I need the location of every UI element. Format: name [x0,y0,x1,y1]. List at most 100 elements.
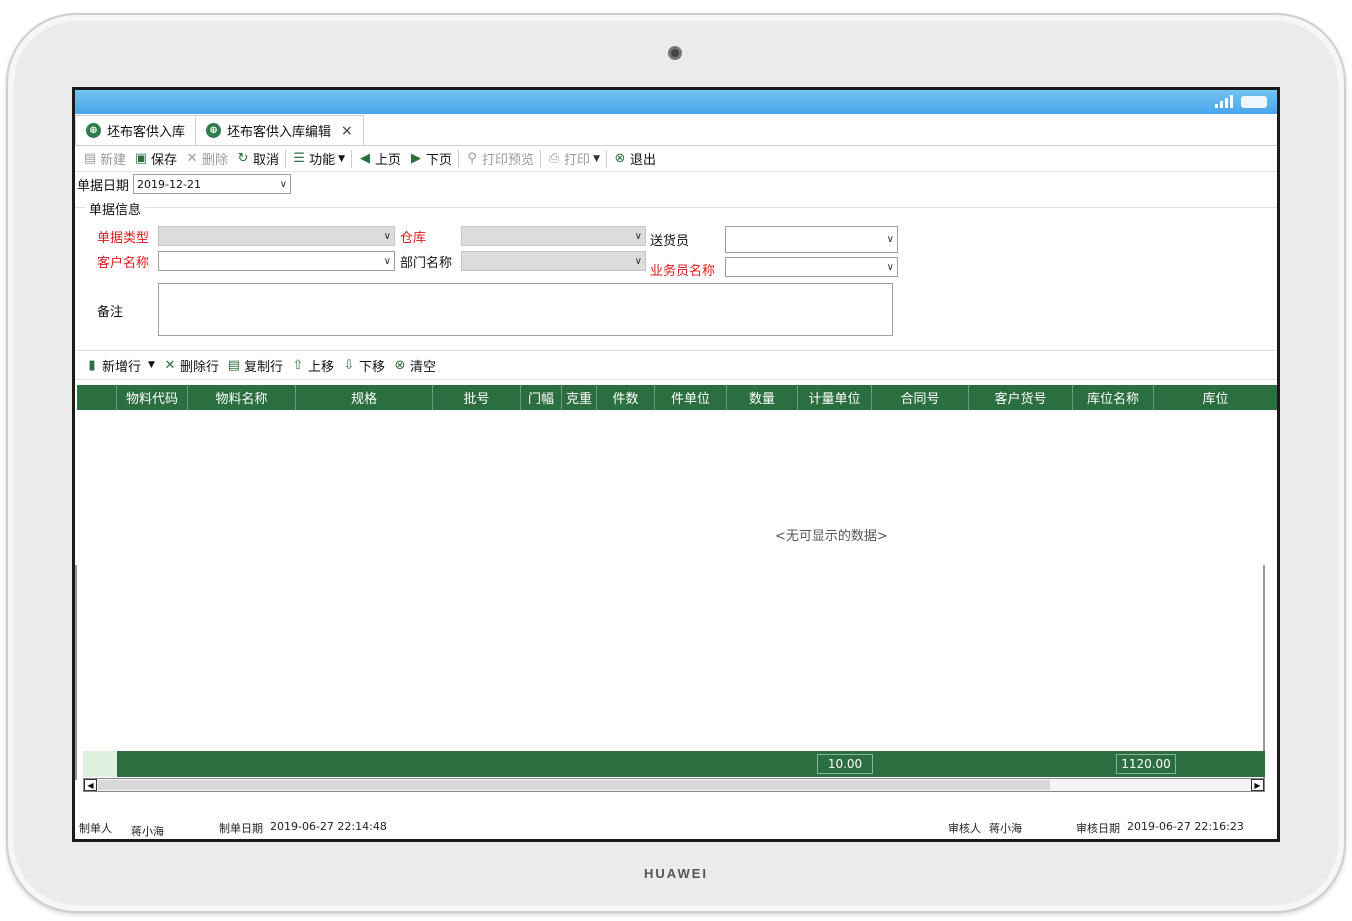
magnifier-icon: ⚲ [467,151,477,166]
tab-inbound-edit[interactable]: ⊕ 坯布客供入库编辑 × [196,115,364,145]
column-header[interactable]: 计量单位 [798,385,872,410]
arrow-left-icon: ◀ [360,151,370,166]
chevron-down-icon: ∨ [383,230,391,242]
doc-date-row: 单据日期 2019-12-21 ∨ [75,172,1277,196]
new-button[interactable]: ▤ 新建 [79,149,130,168]
warehouse-label: 仓库 [400,231,427,246]
refresh-icon: ↻ [237,151,249,166]
grid-border [1263,565,1265,780]
deliverer-label: 送货员 [650,234,690,249]
column-header[interactable]: 数量 [727,385,798,410]
column-header[interactable]: 件单位 [655,385,727,410]
column-header[interactable]: 门幅 [521,385,562,410]
grid-border [75,565,77,780]
print-preview-button[interactable]: ⚲ 打印预览 [461,149,538,168]
exit-button[interactable]: ⊗ 退出 [609,149,660,168]
group-title: 单据信息 [85,199,146,218]
column-header[interactable]: 克重 [562,385,597,410]
remark-label: 备注 [97,305,124,320]
grid-header: 物料代码 物料名称 规格 批号 门幅 克重 件数 件单位 数量 计量单位 合同号… [77,385,1277,410]
function-menu-button[interactable]: ☰ 功能 ▼ [288,149,349,168]
make-date-value: 2019-06-27 22:14:48 [270,820,387,833]
chevron-down-icon: ∨ [634,230,642,242]
tab-label: 坯布客供入库 [107,125,186,140]
customer-label: 客户名称 [97,256,150,271]
signal-icon [1215,94,1233,108]
summary-indicator [83,751,117,777]
list-icon: ☰ [293,151,305,166]
auditor-label: 审核人 [948,822,981,835]
dropdown-arrow-icon: ▼ [593,153,600,164]
column-header[interactable]: 库位名称 [1073,385,1154,410]
auditor-value: 蒋小海 [989,822,1022,835]
toolbar-divider [458,149,460,168]
audit-date-label: 审核日期 [1076,822,1120,835]
column-header[interactable]: 物料名称 [188,385,296,410]
make-date-label: 制单日期 [219,822,263,835]
warehouse-select[interactable]: ∨ [461,226,646,246]
amount-total: 1120.00 [1116,754,1176,774]
main-toolbar: ▤ 新建 ▣ 保存 ✕ 删除 ↻ 取消 ☰ 功能 ▼ ◀ 上页 ▶ 下页 ⚲ 打印预览 ⎙ 打印 ▼ … [75,146,1277,172]
column-header[interactable]: 物料代码 [117,385,188,410]
toolbar-divider [540,149,542,168]
save-icon: ▣ [134,151,148,166]
tab-inbound-list[interactable]: ⊕ 坯布客供入库 [75,115,197,145]
chevron-down-icon: ∨ [886,261,894,273]
empty-grid-message: <无可显示的数据> [775,529,888,544]
arrow-right-icon: ▶ [411,151,422,166]
delete-icon: ✕ [186,151,198,166]
toolbar-divider [351,149,352,168]
prev-page-button[interactable]: ◀ 上页 [354,149,405,168]
scroll-left-icon[interactable]: ◀ [84,779,97,791]
document-footer: 制单人 蒋小海 制单日期 2019-06-27 22:14:48 审核人 蒋小海… [75,817,1277,839]
remark-textarea[interactable] [158,283,893,336]
salesman-label: 业务员名称 [650,264,716,279]
battery-icon [1241,96,1267,108]
tab-bar: ⊕ 坯布客供入库 ⊕ 坯布客供入库编辑 × [75,114,1277,146]
department-select[interactable]: ∨ [461,251,646,271]
doc-type-select[interactable]: ∨ [158,226,395,246]
new-doc-icon: ▤ [83,151,97,166]
chevron-down-icon: ∨ [279,178,288,190]
scroll-right-icon[interactable]: ▶ [1251,779,1264,791]
quantity-total: 10.00 [817,754,873,774]
column-header[interactable]: 库位 [1154,385,1277,410]
camera-icon [668,46,682,60]
chevron-down-icon: ∨ [634,255,642,267]
app-screen: ⊕ 坯布客供入库 ⊕ 坯布客供入库编辑 × ▤ 新建 ▣ 保存 ✕ 删除 ↻ 取消 ☰ 功… [72,87,1280,842]
column-header[interactable]: 批号 [433,385,521,410]
column-header[interactable]: 合同号 [872,385,969,410]
maker-value: 蒋小海 [131,825,164,838]
doc-info-group: 单据信息 单据类型 ∨ 仓库 ∨ 送货员 ∨ 客户名称 ∨ 部门名称 ∨ 业务员… [75,199,1277,377]
grid-summary-row: 10.00 1120.00 [83,751,1265,777]
customer-select[interactable]: ∨ [158,251,395,271]
maker-label: 制单人 [79,822,112,835]
doc-date-label: 单据日期 [77,178,130,194]
horizontal-scrollbar[interactable]: ◀ ▶ [83,778,1265,792]
scrollbar-thumb[interactable] [98,780,1050,790]
column-header[interactable]: 客户货号 [969,385,1073,410]
column-header[interactable]: 件数 [597,385,655,410]
next-page-button[interactable]: ▶ 下页 [405,149,456,168]
column-header[interactable]: 规格 [296,385,433,410]
detail-grid: 物料代码 物料名称 规格 批号 门幅 克重 件数 件单位 数量 计量单位 合同号… [75,380,1277,792]
save-button[interactable]: ▣ 保存 [130,149,181,168]
department-label: 部门名称 [400,256,453,271]
chevron-down-icon: ∨ [383,255,391,267]
deliverer-select[interactable]: ∨ [725,226,898,253]
doc-type-label: 单据类型 [97,231,150,246]
audit-date-value: 2019-06-27 22:16:23 [1127,820,1244,833]
brand-logo: HUAWEI [644,866,708,881]
close-icon[interactable]: × [341,123,353,139]
print-button[interactable]: ⎙ 打印 ▼ [543,149,604,168]
delete-button[interactable]: ✕ 删除 [181,149,232,168]
salesman-select[interactable]: ∨ [725,257,898,277]
cancel-button[interactable]: ↻ 取消 [232,149,283,168]
globe-icon: ⊕ [86,123,101,138]
dropdown-arrow-icon: ▼ [338,153,345,164]
doc-date-picker[interactable]: 2019-12-21 ∨ [133,174,292,194]
tab-label: 坯布客供入库编辑 [227,125,332,140]
toolbar-divider [285,149,287,168]
exit-circle-icon: ⊗ [614,151,626,166]
doc-date-value: 2019-12-21 [137,177,201,191]
